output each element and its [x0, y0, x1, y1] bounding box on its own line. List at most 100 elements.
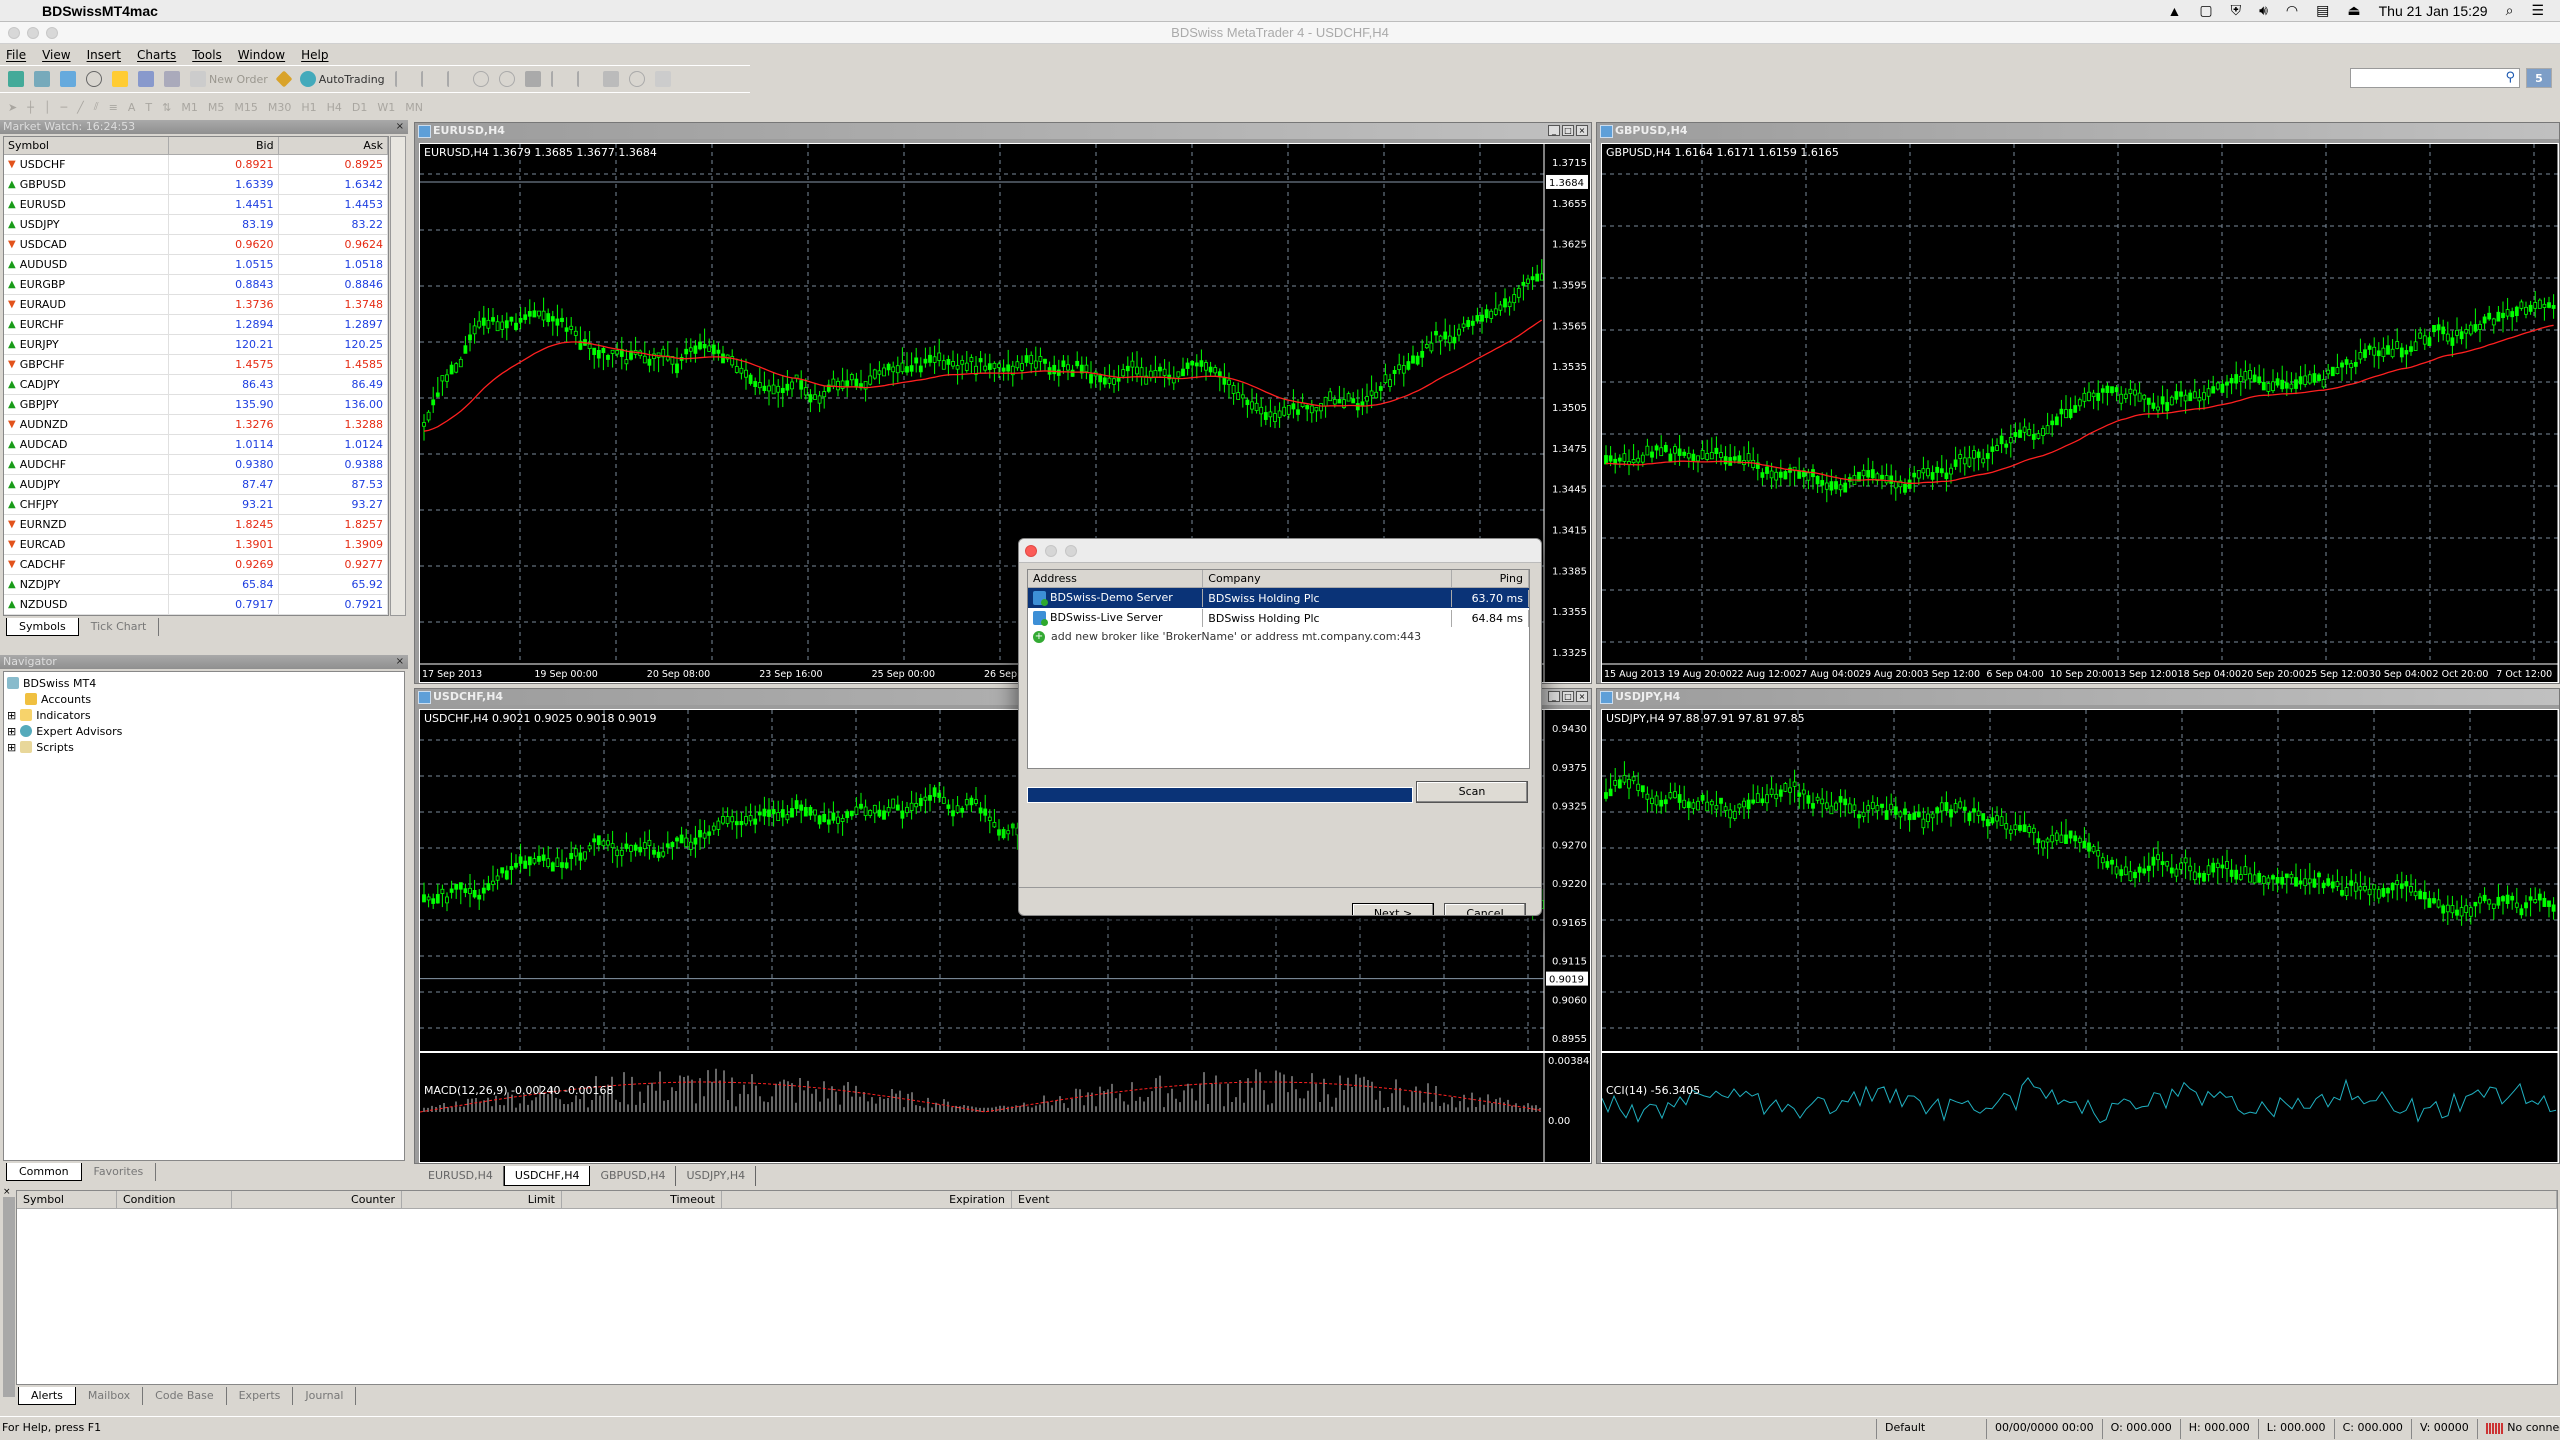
- column-address[interactable]: Address: [1028, 570, 1204, 587]
- market-watch-row[interactable]: ▲ EURUSD 1.4451 1.4453: [4, 195, 388, 215]
- eject-icon[interactable]: ⏏: [2347, 2, 2360, 19]
- market-watch-row[interactable]: ▲GOLD876.10877.10: [4, 615, 388, 616]
- column-ask[interactable]: Ask: [279, 137, 388, 154]
- strategy-tester-icon[interactable]: [164, 71, 180, 87]
- drive-icon[interactable]: ▲: [2168, 3, 2182, 19]
- market-watch-scrollbar[interactable]: [390, 136, 406, 616]
- timeframe-m1[interactable]: M1: [181, 101, 198, 114]
- shield-icon[interactable]: ⛨: [2231, 2, 2242, 19]
- crosshair-icon[interactable]: ┼: [27, 101, 34, 114]
- zoom-window-button[interactable]: [46, 27, 58, 39]
- tab-journal[interactable]: Journal: [293, 1387, 357, 1405]
- fibonacci-icon[interactable]: ≡: [109, 101, 118, 114]
- market-watch-row[interactable]: ▲ USDJPY 83.19 83.22: [4, 215, 388, 235]
- column-symbol[interactable]: Symbol: [17, 1191, 117, 1208]
- cursor-icon[interactable]: ➤: [8, 101, 17, 114]
- volume-icon[interactable]: 🔊︎: [2259, 2, 2268, 19]
- clock[interactable]: Thu 21 Jan 15:29: [2379, 3, 2488, 19]
- dialog-close-button[interactable]: [1025, 545, 1037, 557]
- column-symbol[interactable]: Symbol: [4, 137, 170, 154]
- timeframe-d1[interactable]: D1: [352, 101, 367, 114]
- connection-status[interactable]: No connection: [2476, 1419, 2560, 1439]
- nav-item-scripts[interactable]: ⊞ Scripts: [7, 739, 401, 755]
- market-watch-row[interactable]: ▼ AUDNZD 1.3276 1.3288: [4, 415, 388, 435]
- chart-title[interactable]: EURUSD,H4: [415, 123, 1591, 139]
- cancel-button[interactable]: Cancel: [1444, 903, 1526, 915]
- column-counter[interactable]: Counter: [232, 1191, 402, 1208]
- chart-shift-icon[interactable]: [550, 71, 567, 87]
- add-broker-row[interactable]: + add new broker like 'BrokerName' or add…: [1028, 628, 1529, 645]
- market-watch-row[interactable]: ▼ GBPCHF 1.4575 1.4585: [4, 355, 388, 375]
- market-watch-row[interactable]: ▲ AUDUSD 1.0515 1.0518: [4, 255, 388, 275]
- screen-icon[interactable]: ▢: [2199, 2, 2212, 19]
- minimize-window-button[interactable]: [27, 27, 39, 39]
- column-limit[interactable]: Limit: [402, 1191, 562, 1208]
- column-expiration[interactable]: Expiration: [722, 1191, 1012, 1208]
- periods-icon[interactable]: [628, 71, 645, 87]
- tab-alerts[interactable]: Alerts: [18, 1387, 76, 1405]
- templates-icon[interactable]: [654, 71, 671, 87]
- expand-icon[interactable]: ⊞: [7, 709, 16, 722]
- spotlight-icon[interactable]: ⌕: [2506, 2, 2514, 19]
- market-watch-row[interactable]: ▲ NZDJPY 65.84 65.92: [4, 575, 388, 595]
- input-flag-icon[interactable]: ▤: [2316, 2, 2329, 19]
- chart-area[interactable]: GBPUSD,H4 1.6164 1.6171 1.6159 1.6165 15 …: [1601, 143, 2559, 683]
- scan-button[interactable]: Scan: [1416, 781, 1528, 803]
- vertical-line-icon[interactable]: │: [44, 101, 51, 114]
- chart-area[interactable]: USDJPY,H4 97.88 97.91 97.81 97.85 CCI(14)…: [1601, 709, 2559, 1163]
- tile-windows-icon[interactable]: [524, 71, 541, 87]
- tab-symbols[interactable]: Symbols: [6, 618, 79, 636]
- metaeditor-icon[interactable]: [275, 70, 293, 88]
- equidistant-channel-icon[interactable]: ⫽: [94, 100, 99, 114]
- tab-mailbox[interactable]: Mailbox: [76, 1387, 144, 1405]
- market-watch-row[interactable]: ▲ GBPJPY 135.90 136.00: [4, 395, 388, 415]
- tab-experts[interactable]: Experts: [227, 1387, 294, 1405]
- text-icon[interactable]: A: [128, 101, 136, 114]
- auto-scroll-icon[interactable]: [576, 71, 593, 87]
- chart-tab-usdchf[interactable]: USDCHF,H4: [503, 1166, 591, 1186]
- column-company[interactable]: Company: [1203, 570, 1453, 587]
- market-watch-row[interactable]: ▼ EURAUD 1.3736 1.3748: [4, 295, 388, 315]
- close-icon[interactable]: ×: [3, 1187, 11, 1197]
- candlestick-icon[interactable]: [420, 71, 437, 87]
- timeframe-m30[interactable]: M30: [268, 101, 292, 114]
- search-icon[interactable]: ⚲: [2505, 70, 2515, 85]
- market-watch-row[interactable]: ▼ USDCAD 0.9620 0.9624: [4, 235, 388, 255]
- nav-item-indicators[interactable]: ⊞ Indicators: [7, 707, 401, 723]
- tab-tick-chart[interactable]: Tick Chart: [79, 618, 160, 636]
- menu-view[interactable]: View: [42, 48, 70, 62]
- expand-icon[interactable]: ⊞: [7, 725, 16, 738]
- column-condition[interactable]: Condition: [117, 1191, 232, 1208]
- maximize-icon[interactable]: □: [1562, 691, 1574, 702]
- market-watch-row[interactable]: ▼ EURCAD 1.3901 1.3909: [4, 535, 388, 555]
- menu-help[interactable]: Help: [301, 48, 328, 62]
- horizontal-line-icon[interactable]: ─: [60, 101, 67, 114]
- zoom-in-icon[interactable]: [472, 71, 489, 87]
- market-watch-row[interactable]: ▲ GBPUSD 1.6339 1.6342: [4, 175, 388, 195]
- market-watch-icon[interactable]: [60, 71, 76, 87]
- nav-root[interactable]: BDSwiss MT4: [7, 675, 401, 691]
- server-row[interactable]: BDSwiss-Live Server BDSwiss Holding Plc …: [1028, 608, 1529, 628]
- close-window-button[interactable]: [8, 27, 20, 39]
- tab-common[interactable]: Common: [6, 1163, 82, 1181]
- close-icon[interactable]: ×: [396, 120, 404, 134]
- menu-tools[interactable]: Tools: [192, 48, 222, 62]
- text-label-icon[interactable]: T: [145, 101, 152, 114]
- chart-tab-gbpusd[interactable]: GBPUSD,H4: [590, 1166, 677, 1186]
- column-event[interactable]: Event: [1012, 1191, 2557, 1208]
- terminal-icon[interactable]: [138, 71, 154, 87]
- wifi-icon[interactable]: ◠: [2286, 2, 2298, 19]
- market-watch-row[interactable]: ▲ AUDJPY 87.47 87.53: [4, 475, 388, 495]
- minimize-icon[interactable]: _: [1548, 691, 1560, 702]
- menu-window[interactable]: Window: [238, 48, 285, 62]
- column-ping[interactable]: Ping: [1452, 570, 1529, 587]
- arrows-icon[interactable]: ⇅: [162, 101, 171, 114]
- nav-item-expert-advisors[interactable]: ⊞ Expert Advisors: [7, 723, 401, 739]
- nav-item-accounts[interactable]: Accounts: [7, 691, 401, 707]
- chart-title[interactable]: USDJPY,H4: [1597, 689, 2559, 705]
- search-input[interactable]: ⚲: [2350, 68, 2520, 88]
- close-icon[interactable]: ×: [1576, 691, 1588, 702]
- chart-tab-usdjpy[interactable]: USDJPY,H4: [676, 1166, 757, 1186]
- next-button[interactable]: Next >: [1352, 903, 1434, 915]
- market-watch-row[interactable]: ▲ AUDCAD 1.0114 1.0124: [4, 435, 388, 455]
